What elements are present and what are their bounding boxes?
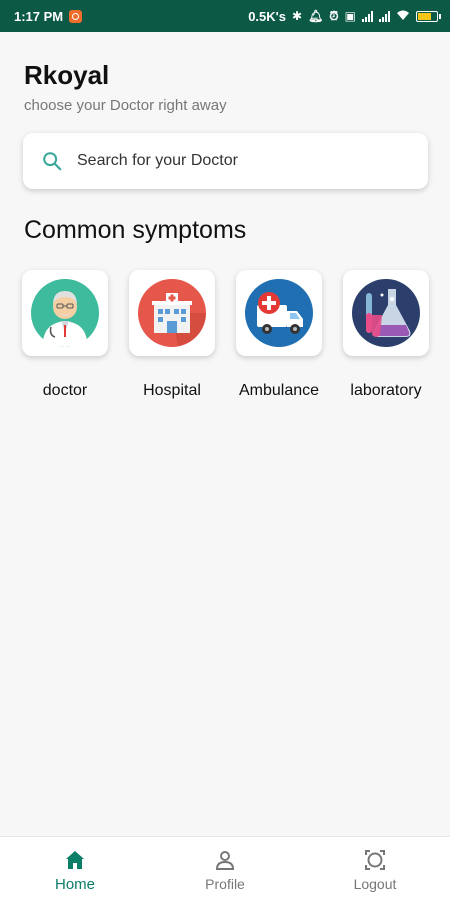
category-card-laboratory[interactable] <box>343 270 429 356</box>
page-title: Rkoyal <box>24 60 110 90</box>
nav-label-home: Home <box>54 876 95 893</box>
network-speed: 0.5K's <box>248 8 286 24</box>
notification-bell-icon: 🔔︎ <box>308 9 324 23</box>
nav-item-logout[interactable]: Logout <box>300 837 450 900</box>
nav-label-logout: Logout <box>353 876 397 892</box>
category-card-ambulance[interactable] <box>236 270 322 356</box>
status-bar: 1:17 PM 0.5K's ✱ 🔔︎ ⏰︎ ▣ <box>0 0 450 32</box>
bluetooth-icon: ✱ <box>291 9 303 23</box>
data-icon: ▣ <box>344 9 356 23</box>
home-icon <box>66 851 84 869</box>
nav-label-profile: Profile <box>205 876 245 892</box>
category-card-doctor[interactable] <box>22 270 108 356</box>
app-notification-icon <box>69 9 83 23</box>
search-bar[interactable] <box>23 133 428 189</box>
category-label-doctor: doctor <box>42 382 88 399</box>
alarm-icon: ⏰︎ <box>329 9 339 23</box>
page-subtitle: choose your Doctor right away <box>24 97 227 114</box>
search-icon <box>43 152 62 171</box>
search-input[interactable] <box>77 152 377 170</box>
laboratory-icon <box>352 279 420 347</box>
status-time: 1:17 PM <box>14 8 64 24</box>
category-label-hospital: Hospital <box>143 382 201 399</box>
wifi-icon <box>396 10 410 23</box>
hospital-icon <box>138 279 206 347</box>
logout-icon <box>365 850 385 870</box>
signal-icon <box>362 10 373 22</box>
section-title: Common symptoms <box>24 216 247 244</box>
doctor-icon <box>31 279 99 347</box>
category-card-hospital[interactable] <box>129 270 215 356</box>
nav-item-profile[interactable]: Profile <box>150 837 300 900</box>
ambulance-icon <box>245 279 313 347</box>
bottom-navigation: Home Profile Logout <box>0 836 450 900</box>
battery-icon <box>416 10 441 22</box>
nav-item-home[interactable]: Home <box>0 837 150 900</box>
profile-icon <box>215 851 235 870</box>
category-label-laboratory: laboratory <box>350 382 422 399</box>
signal-icon-2 <box>379 10 390 22</box>
category-label-ambulance: Ambulance <box>238 382 320 399</box>
